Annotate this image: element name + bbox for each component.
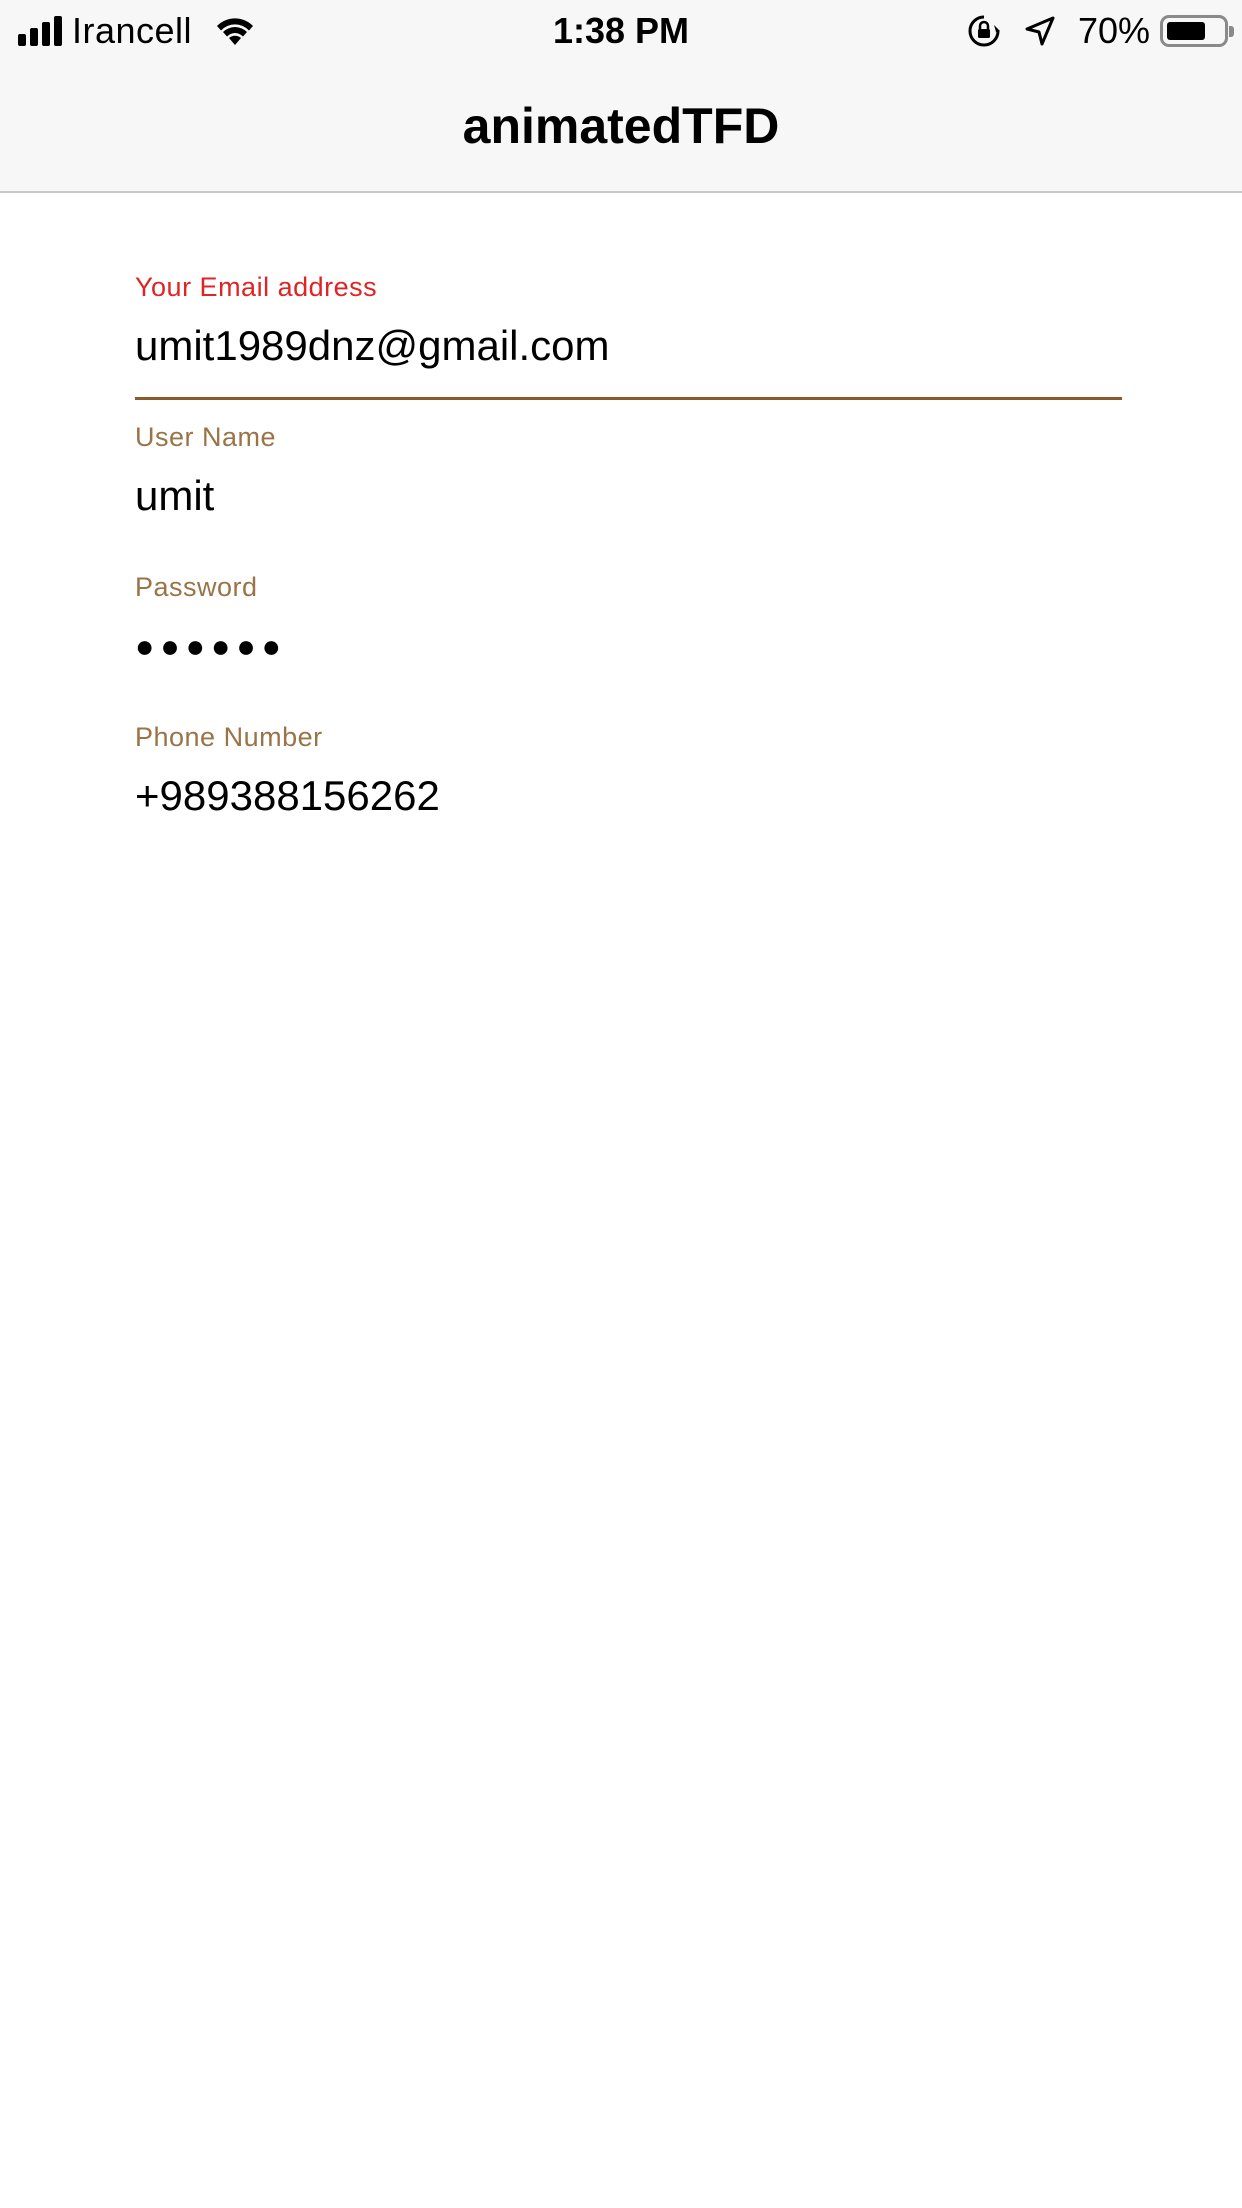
battery-fill [1167, 22, 1205, 40]
status-bar: Irancell 1:38 PM 70% [0, 0, 1242, 62]
phone-field[interactable]: Phone Number +989388156262 [135, 720, 1122, 870]
password-field[interactable]: Password ●●●●●● [135, 570, 1122, 720]
username-field[interactable]: User Name umit [135, 420, 1122, 570]
app-screen: Irancell 1:38 PM 70% animatedTFD Your Em… [0, 0, 1242, 2208]
email-label: Your Email address [135, 272, 378, 302]
status-right: 70% [966, 8, 1234, 54]
rotation-lock-icon [966, 13, 1002, 49]
email-underline [135, 397, 1122, 400]
phone-input[interactable]: +989388156262 [135, 770, 1122, 822]
signup-form: Your Email address umit1989dnz@gmail.com… [135, 270, 1122, 870]
battery-icon [1160, 15, 1234, 47]
battery-nub [1229, 26, 1234, 37]
email-input[interactable]: umit1989dnz@gmail.com [135, 320, 1122, 372]
email-field[interactable]: Your Email address umit1989dnz@gmail.com [135, 270, 1122, 420]
username-label: User Name [135, 422, 277, 452]
password-input[interactable]: ●●●●●● [135, 620, 1122, 672]
location-arrow-icon [1024, 15, 1056, 47]
top-bar: Irancell 1:38 PM 70% animatedTFD [0, 0, 1242, 193]
nav-title: animatedTFD [462, 98, 780, 154]
password-label: Password [135, 572, 258, 602]
username-input[interactable]: umit [135, 470, 1122, 522]
phone-label: Phone Number [135, 722, 323, 752]
battery-percentage: 70% [1077, 10, 1150, 51]
